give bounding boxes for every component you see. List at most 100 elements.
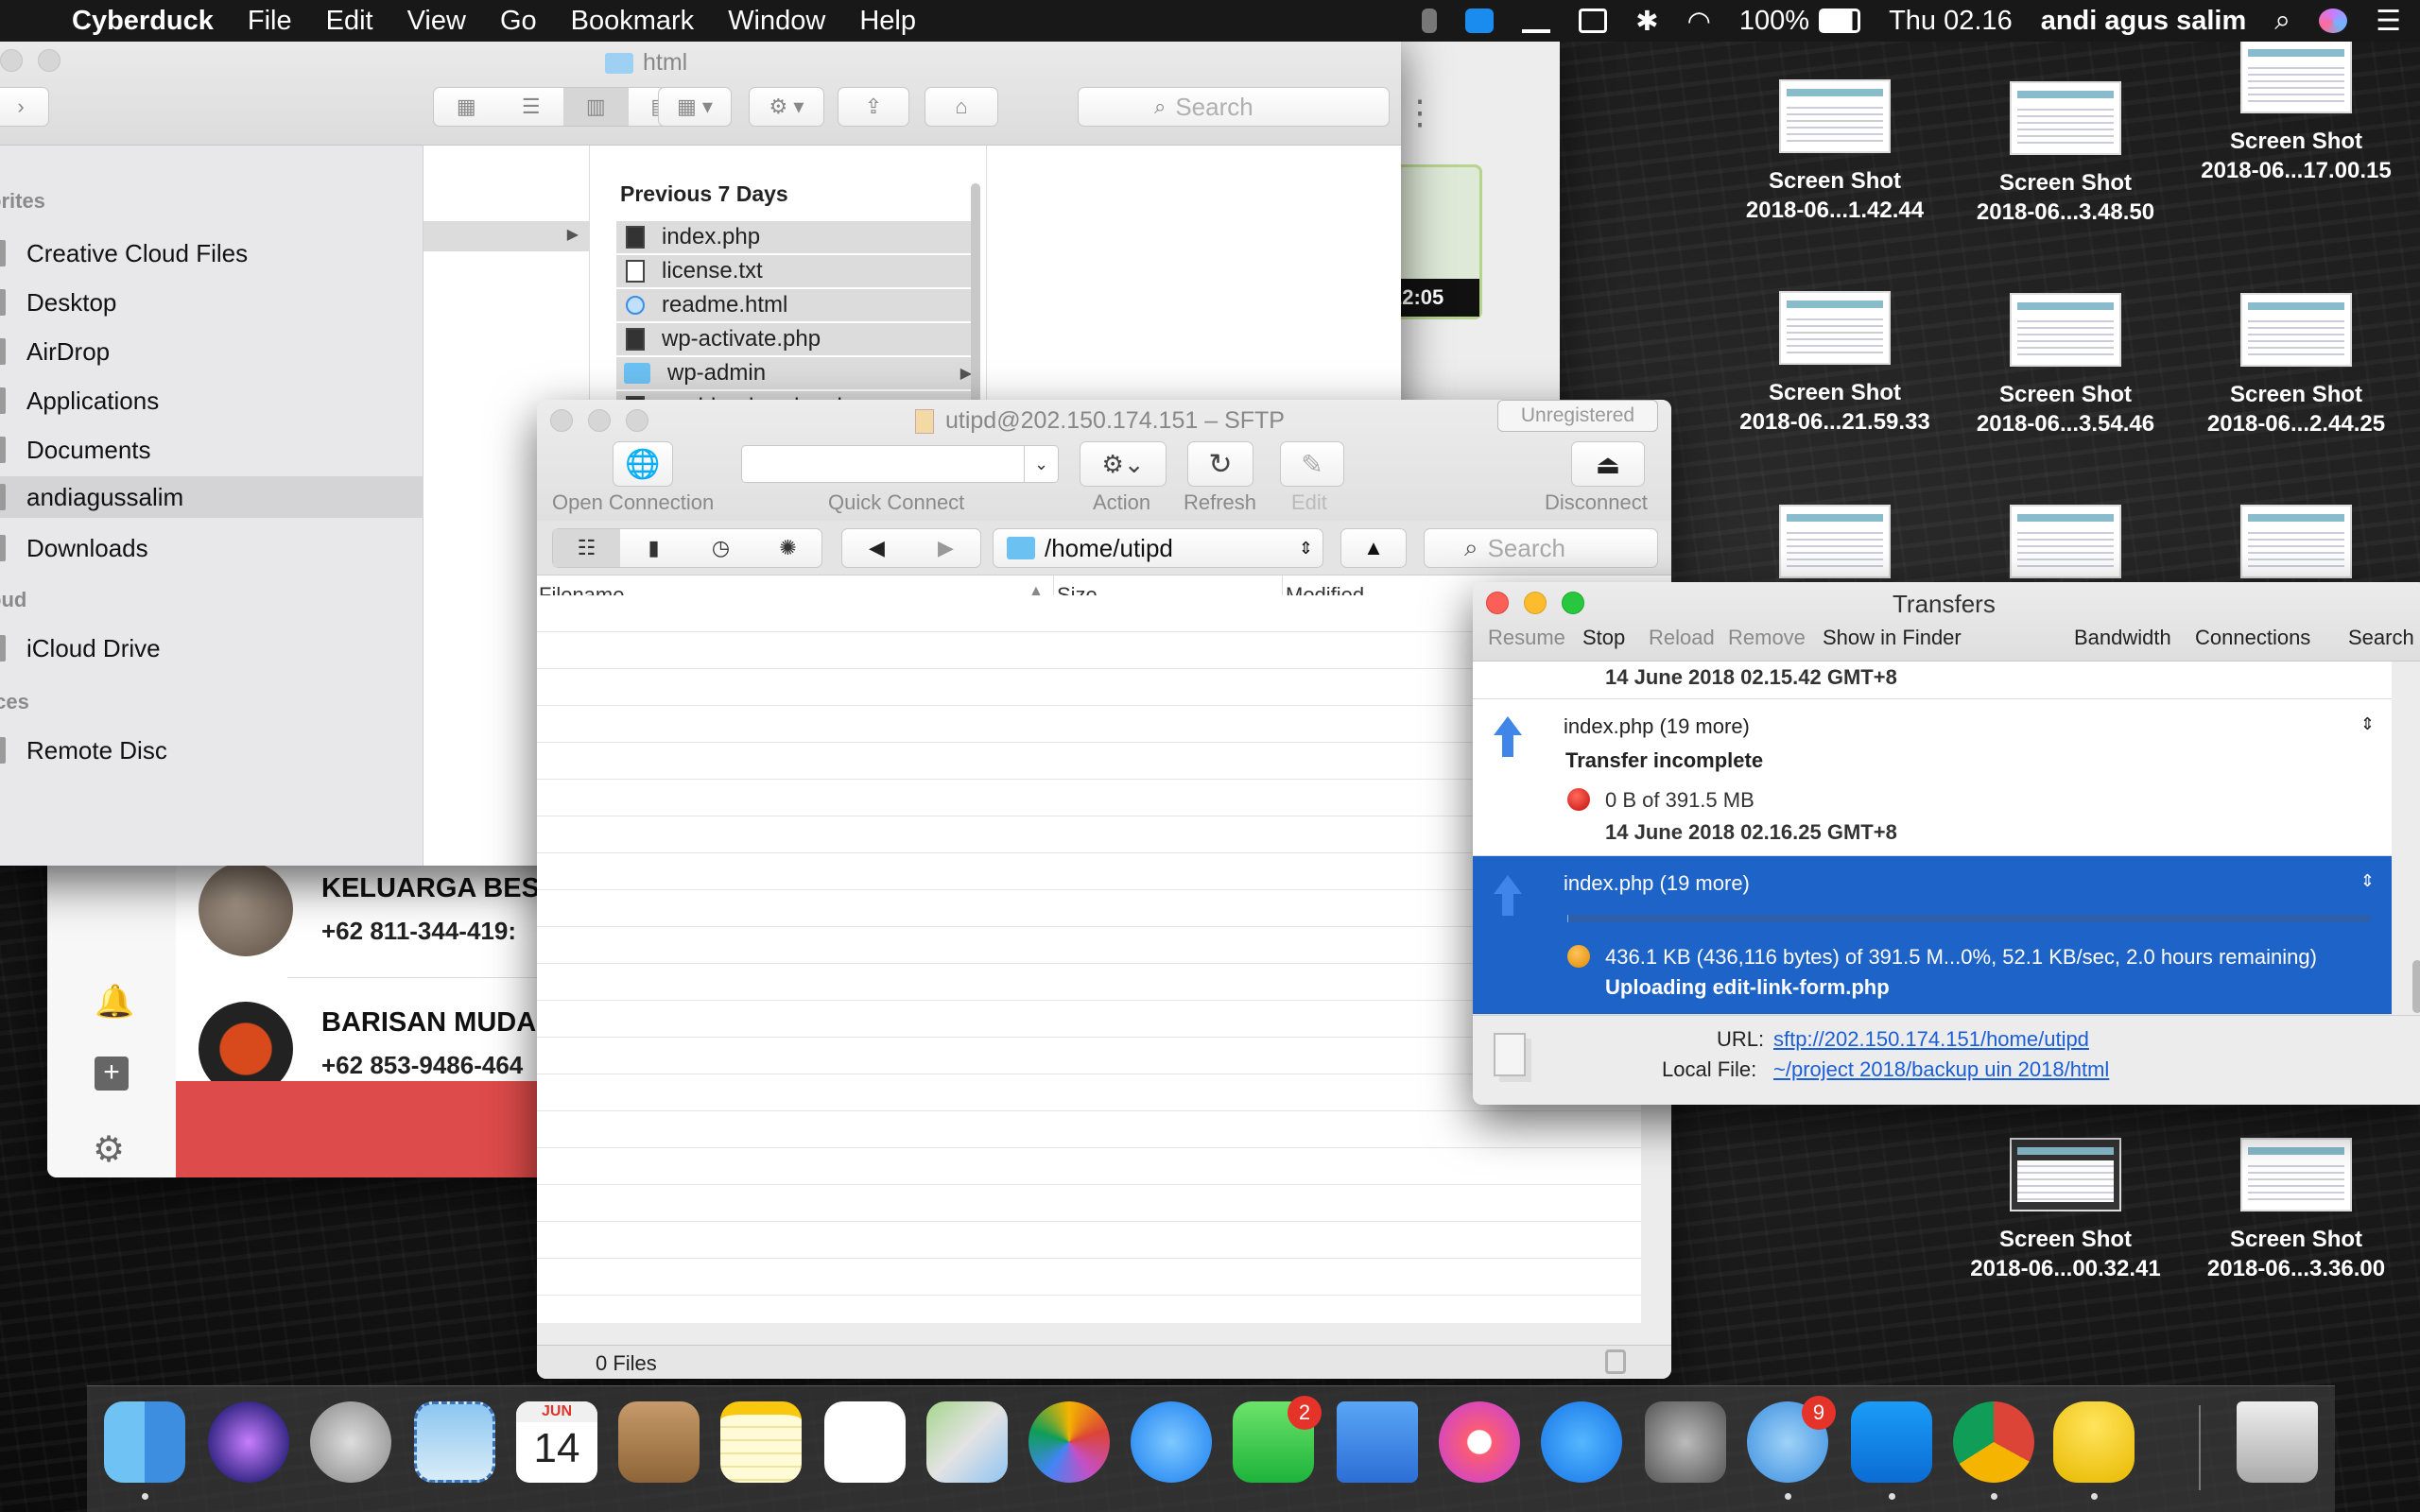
desktop-icon-screenshot-1[interactable]: Screen Shot 2018-06...1.42.44 (1726, 79, 1944, 225)
app-store-icon[interactable] (1541, 1401, 1622, 1483)
sidebar-item-airdrop[interactable]: AirDrop (0, 331, 424, 372)
bluetooth-icon[interactable]: ✱ (1635, 5, 1658, 38)
sidebar-item-icloud-drive[interactable]: iCloud Drive (0, 627, 424, 669)
tweetbot-icon[interactable]: 9 (1747, 1396, 1836, 1500)
mail-icon[interactable] (414, 1401, 495, 1483)
desktop-icon-screenshot-partial-2[interactable] (1957, 505, 2174, 592)
back-forward-group[interactable]: ◀ ▶ (841, 528, 981, 568)
spotlight-search-icon[interactable]: ⌕ (2274, 5, 2290, 37)
gear-icon[interactable]: ⚙ (93, 1128, 125, 1171)
battery-icon[interactable] (1819, 9, 1861, 33)
menu-window[interactable]: Window (728, 6, 825, 37)
itunes-icon[interactable] (1439, 1401, 1520, 1483)
search-button[interactable]: Search (2348, 626, 2414, 650)
window-controls[interactable] (550, 409, 664, 432)
desktop-icon-screenshot-4[interactable]: Screen Shot 2018-06...21.59.33 (1726, 291, 1944, 437)
user-menu[interactable]: andi agus salim (2041, 6, 2247, 37)
browser-view-icon[interactable]: ☷ (553, 529, 620, 567)
folder-row[interactable]: wp-admin ▶ (616, 357, 977, 389)
resume-button[interactable]: Resume (1488, 626, 1565, 650)
desktop-icon-screenshot-partial-1[interactable] (1726, 505, 1944, 592)
history-icon[interactable]: ◷ (687, 536, 754, 560)
back-arrow-icon[interactable]: ◀ (842, 536, 911, 560)
show-in-finder-button[interactable]: Show in Finder (1823, 626, 1962, 650)
desktop-icon-screenshot-2[interactable]: Screen Shot 2018-06...3.48.50 (1957, 81, 2174, 227)
zoom-button[interactable] (1562, 592, 1584, 614)
wifi-icon[interactable]: ◠ (1687, 5, 1711, 38)
photos-icon[interactable] (1028, 1401, 1110, 1483)
app-menu[interactable]: Cyberduck (72, 6, 214, 37)
close-button[interactable] (1486, 592, 1509, 614)
zoom-button[interactable] (626, 409, 648, 432)
siri-icon[interactable] (2319, 9, 2348, 33)
minimize-button[interactable] (38, 49, 60, 72)
transfer-item[interactable]: index.php (19 more) ⇕ Transfer incomplet… (1473, 699, 2392, 856)
scrollbar[interactable] (2412, 960, 2420, 1013)
refresh-button[interactable]: ↻ (1187, 441, 1253, 487)
chevron-updown-icon[interactable]: ⇕ (2360, 714, 2375, 734)
usb-icon[interactable] (1422, 9, 1438, 33)
teamviewer-icon[interactable] (1851, 1401, 1932, 1500)
teamviewer-status-icon[interactable] (1465, 9, 1495, 33)
wunderlist-icon[interactable] (1522, 9, 1551, 33)
chevron-updown-icon[interactable]: ⇕ (2360, 871, 2375, 891)
file-row[interactable]: index.php (616, 221, 977, 253)
chrome-icon[interactable] (1953, 1401, 2034, 1500)
contacts-icon[interactable] (618, 1401, 700, 1483)
search-field[interactable]: ⌕ Search (1424, 528, 1658, 568)
menu-help[interactable]: Help (859, 6, 916, 37)
launchpad-icon[interactable] (310, 1401, 391, 1483)
sidebar-item-home[interactable]: andiagussalim (0, 476, 424, 518)
file-row[interactable]: wp-activate.php (616, 323, 977, 355)
sidebar-item-applications[interactable]: Applications (0, 380, 424, 421)
bookmarks-icon[interactable]: ▮ (620, 536, 687, 560)
file-row[interactable]: license.txt (616, 255, 977, 287)
clock[interactable]: Thu 02.16 (1889, 6, 2013, 37)
edit-button[interactable]: ✎ (1280, 441, 1344, 487)
new-chat-icon[interactable]: + (95, 1057, 129, 1091)
search-field[interactable]: ⌕ Search (1078, 87, 1390, 127)
battery-percent[interactable]: 100% (1739, 6, 1809, 37)
menu-go[interactable]: Go (500, 6, 537, 37)
minimize-button[interactable] (1524, 592, 1547, 614)
unregistered-badge[interactable]: Unregistered (1497, 400, 1658, 432)
finder-icon[interactable] (104, 1401, 185, 1500)
share-icon[interactable]: ⇪ (838, 87, 909, 127)
desktop-icon-screenshot-8[interactable]: Screen Shot 2018-06...3.36.00 (2187, 1138, 2405, 1283)
quick-connect-combo[interactable]: ⌄ (741, 445, 1059, 483)
sidebar-item-desktop[interactable]: Desktop (0, 282, 424, 323)
view-mode-group[interactable]: ▦ ☰ ▥ ▤ (433, 87, 694, 127)
sidebar-item-remote-disc[interactable]: Remote Disc (0, 730, 424, 771)
desktop-icon-screenshot-3[interactable]: Screen Shot 2018-06...17.00.15 (2187, 40, 2405, 185)
local-file-link[interactable]: ~/project 2018/backup uin 2018/html (1773, 1057, 2109, 1082)
transfer-item[interactable]: 14 June 2018 02.15.42 GMT+8 (1473, 662, 2392, 699)
minimize-button[interactable] (588, 409, 611, 432)
group-by-button[interactable]: ▦ ▾ (658, 87, 732, 127)
forward-button[interactable]: › (0, 87, 49, 127)
sidebar-item-creative-cloud[interactable]: Creative Cloud Files (0, 232, 424, 274)
reload-button[interactable]: Reload (1649, 626, 1715, 650)
chat-name[interactable]: KELUARGA BES (321, 873, 540, 904)
desktop-icon-screenshot-7[interactable]: Screen Shot 2018-06...00.32.41 (1957, 1138, 2174, 1283)
remove-button[interactable]: Remove (1728, 626, 1806, 650)
window-controls[interactable] (1486, 592, 1599, 614)
connections-button[interactable]: Connections (2195, 626, 2310, 650)
sidebar-item-downloads[interactable]: Downloads (0, 527, 424, 569)
bonjour-icon[interactable]: ✺ (754, 536, 821, 560)
calendar-icon[interactable]: JUN 14 (516, 1401, 597, 1483)
stop-button[interactable]: Stop (1582, 626, 1625, 650)
chat-name[interactable]: BARISAN MUDA (321, 1007, 536, 1039)
forward-arrow-icon[interactable]: ▶ (911, 536, 980, 560)
close-button[interactable] (0, 49, 23, 72)
gear-icon[interactable]: ⚙ ▾ (749, 87, 824, 127)
file-row[interactable]: readme.html (616, 289, 977, 321)
list-view-icon[interactable]: ☰ (499, 94, 564, 119)
path-select[interactable]: /home/utipd ⇕ (993, 528, 1323, 568)
desktop-icon-screenshot-6[interactable]: Screen Shot 2018-06...2.44.25 (2187, 293, 2405, 438)
desktop-icon-screenshot-5[interactable]: Screen Shot 2018-06...3.54.46 (1957, 293, 2174, 438)
transfer-item-selected[interactable]: index.php (19 more) ⇕ 436.1 KB (436,116 … (1473, 856, 2392, 1015)
desktop-icon-screenshot-partial-3[interactable] (2187, 505, 2405, 592)
bell-icon[interactable]: 🔔 (95, 983, 134, 1021)
menu-file[interactable]: File (248, 6, 292, 37)
icon-view-icon[interactable]: ▦ (434, 94, 499, 119)
